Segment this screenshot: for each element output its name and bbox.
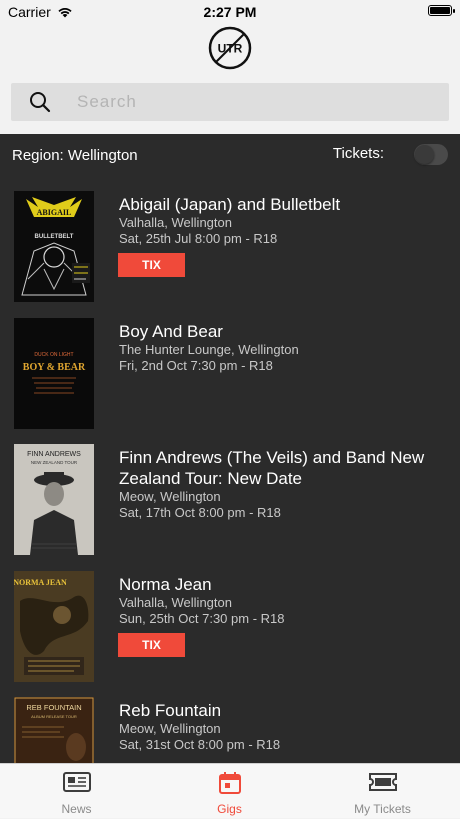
tab-label: Gigs [217, 802, 242, 816]
gig-venue: Valhalla, Wellington [119, 215, 232, 230]
gig-title: Finn Andrews (The Veils) and Band New Ze… [119, 448, 425, 488]
tab-news[interactable]: News [0, 764, 153, 819]
tab-my-tickets[interactable]: My Tickets [306, 764, 459, 819]
tix-button[interactable]: TIX [118, 633, 185, 657]
search-icon [30, 92, 51, 113]
poster-text: BULLETBELT [35, 234, 74, 240]
gig-item[interactable]: ABIGAIL BULLETBELT Abigail (Japan) and B… [0, 191, 460, 309]
utr-logo: UTR [208, 26, 252, 70]
gig-item[interactable]: DUCK ON LIGHT BOY & BEAR Boy And Bear Th… [0, 318, 460, 436]
gig-item[interactable]: REB FOUNTAIN ALBUM RELEASE TOUR Reb Foun… [0, 697, 460, 763]
status-bar: Carrier 2:27 PM [0, 0, 460, 24]
gig-poster: REB FOUNTAIN ALBUM RELEASE TOUR [14, 697, 94, 763]
poster-text: DUCK ON LIGHT [34, 352, 73, 358]
tab-gigs[interactable]: Gigs [153, 764, 306, 819]
poster-text: FINN ANDREWS [27, 451, 81, 458]
poster-text: NEW ZEALAND TOUR [31, 460, 78, 465]
poster-text: BOY & BEAR [23, 362, 86, 373]
newspaper-icon [62, 772, 91, 792]
filter-row: Region: Wellington Tickets: [0, 134, 460, 176]
clock: 2:27 PM [203, 4, 257, 20]
tickets-filter-label: Tickets: [332, 145, 384, 162]
gig-venue: The Hunter Lounge, Wellington [119, 342, 299, 357]
gig-poster: ABIGAIL BULLETBELT [14, 191, 94, 302]
gig-title: Boy And Bear [119, 322, 223, 341]
gig-poster: DUCK ON LIGHT BOY & BEAR [14, 318, 94, 429]
gig-date: Sun, 25th Oct 7:30 pm - R18 [119, 611, 285, 626]
logo-text: UTR [218, 42, 243, 56]
ticket-icon [368, 773, 397, 791]
gig-item[interactable]: FINN ANDREWS NEW ZEALAND TOUR Finn Andre… [0, 444, 460, 562]
gig-poster: NORMA JEAN [14, 571, 94, 682]
gig-date: Sat, 31st Oct 8:00 pm - R18 [119, 737, 281, 752]
poster-text: REB FOUNTAIN [26, 703, 81, 712]
tab-label: My Tickets [354, 802, 411, 816]
gig-list-panel: Region: Wellington Tickets: ABIGAIL BULL… [0, 134, 460, 763]
gig-venue: Valhalla, Wellington [119, 595, 232, 610]
poster-text: ABIGAIL [37, 208, 72, 217]
poster-text: NORMA JEAN [14, 578, 67, 587]
gig-title: Abigail (Japan) and Bulletbelt [119, 195, 341, 214]
search-input[interactable] [75, 91, 399, 113]
gig-title: Norma Jean [119, 575, 212, 594]
tab-bar: News Gigs My Tickets [0, 763, 460, 818]
calendar-icon [218, 772, 241, 794]
tickets-toggle[interactable] [414, 144, 448, 165]
gig-venue: Meow, Wellington [119, 721, 221, 736]
tix-button[interactable]: TIX [118, 253, 185, 277]
search-bar[interactable] [11, 83, 449, 121]
gig-date: Fri, 2nd Oct 7:30 pm - R18 [119, 358, 273, 373]
region-selector[interactable]: Region: Wellington [12, 147, 138, 164]
poster-text: ALBUM RELEASE TOUR [31, 714, 77, 719]
gig-date: Sat, 25th Jul 8:00 pm - R18 [119, 231, 278, 246]
gig-date: Sat, 17th Oct 8:00 pm - R18 [119, 505, 281, 520]
toggle-knob [415, 145, 434, 164]
battery-icon [428, 5, 455, 16]
gig-title: Reb Fountain [119, 701, 222, 720]
gig-venue: Meow, Wellington [119, 489, 221, 504]
gig-item[interactable]: NORMA JEAN Norma Jean Valhalla, Wellingt… [0, 571, 460, 689]
tab-label: News [61, 802, 92, 816]
gig-poster: FINN ANDREWS NEW ZEALAND TOUR [14, 444, 94, 555]
